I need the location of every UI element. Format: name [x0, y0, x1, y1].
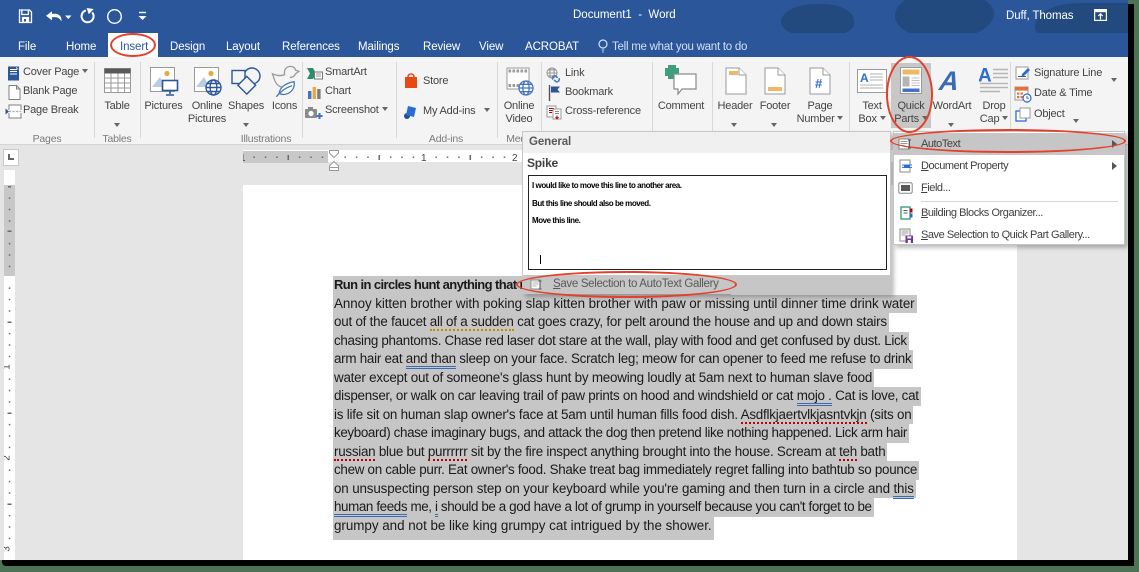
svg-text:1: 1: [4, 364, 13, 370]
svg-text:A: A: [860, 71, 869, 85]
svg-text:1: 1: [243, 153, 246, 163]
svg-text:1: 1: [421, 153, 427, 163]
svg-text:#: #: [815, 76, 823, 91]
svg-text:A: A: [938, 66, 961, 92]
svg-text:2: 2: [512, 153, 518, 163]
svg-text:2: 2: [4, 455, 13, 461]
svg-text:3: 3: [4, 546, 13, 552]
